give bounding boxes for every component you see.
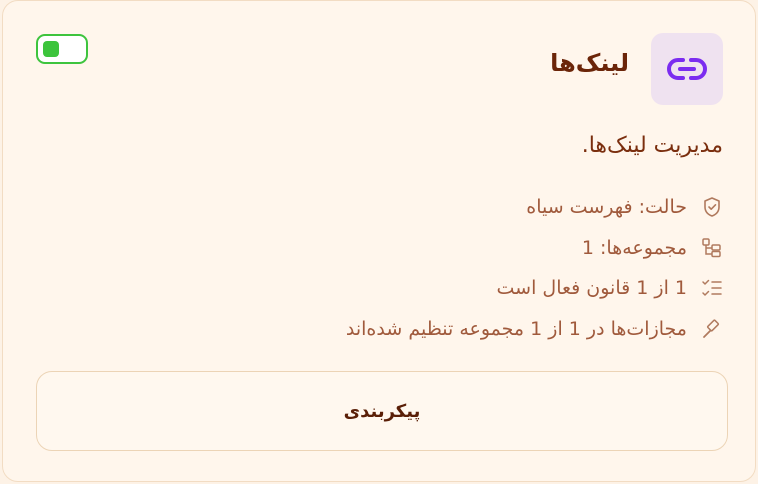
toggle-knob <box>43 41 59 57</box>
gavel-icon <box>701 318 723 340</box>
links-card: لینک‌ها مدیریت لینک‌ها. حالت: فهرست سیاه… <box>2 0 756 482</box>
info-penalties: مجازات‌ها در 1 از 1 مجموعه تنظیم شده‌اند <box>346 314 723 344</box>
feature-icon-box <box>651 33 723 105</box>
enable-toggle[interactable] <box>36 34 88 64</box>
card-description: مدیریت لینک‌ها. <box>581 133 723 158</box>
configure-button[interactable]: پیکربندی <box>36 371 728 451</box>
info-collections: مجموعه‌ها: 1 <box>582 233 723 263</box>
card-title: لینک‌ها <box>550 49 629 77</box>
shield-check-icon <box>701 196 723 218</box>
info-rules-text: 1 از 1 قانون فعال است <box>496 277 687 299</box>
collections-icon <box>701 237 723 259</box>
info-mode: حالت: فهرست سیاه <box>526 192 723 222</box>
link-icon <box>667 58 707 80</box>
info-rules: 1 از 1 قانون فعال است <box>497 273 723 303</box>
info-mode-text: حالت: فهرست سیاه <box>526 196 687 218</box>
info-penalties-text: مجازات‌ها در 1 از 1 مجموعه تنظیم شده‌اند <box>345 318 687 340</box>
info-collections-text: مجموعه‌ها: 1 <box>581 237 687 259</box>
list-check-icon <box>701 277 723 299</box>
